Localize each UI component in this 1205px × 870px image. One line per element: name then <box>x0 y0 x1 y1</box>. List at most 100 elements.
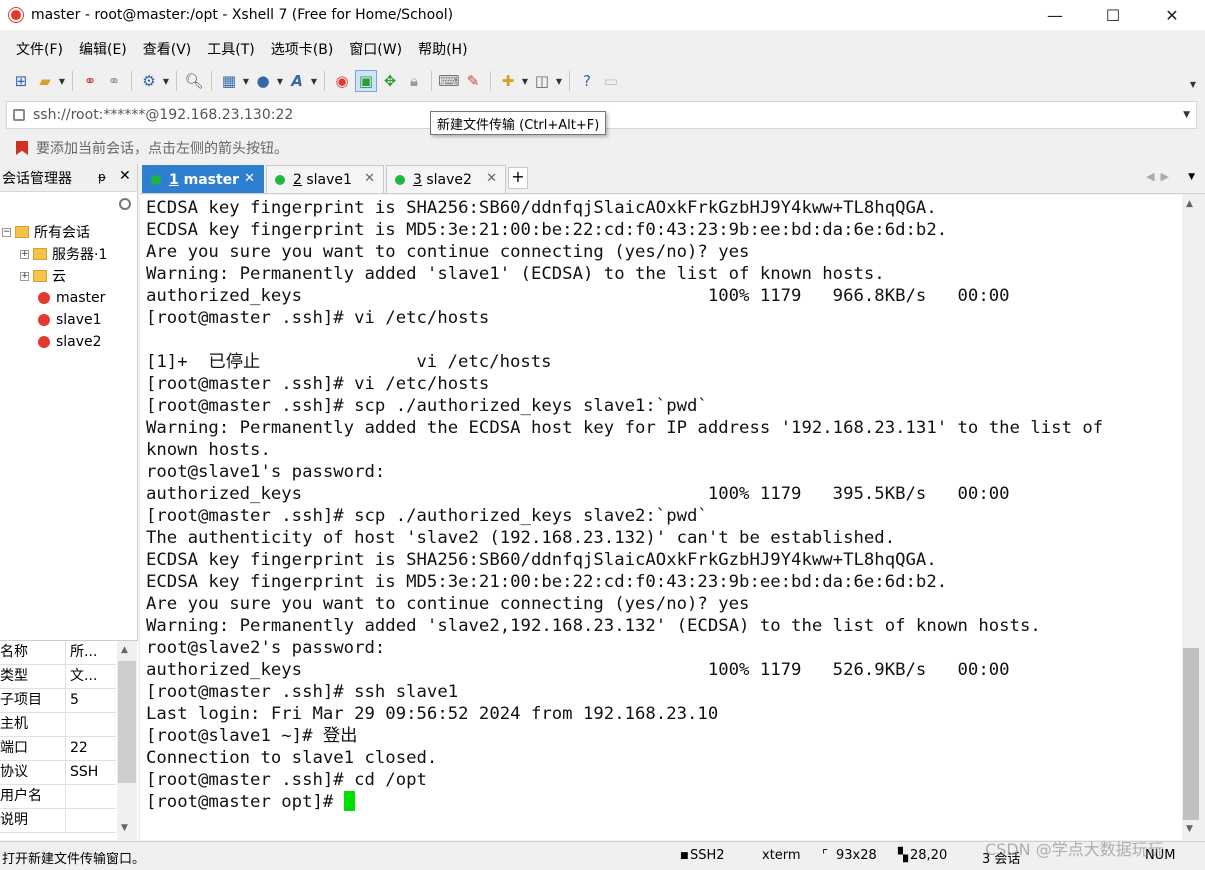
layout-icon[interactable]: ▦ <box>218 70 240 92</box>
new-tab-button[interactable]: + <box>508 167 528 189</box>
scroll-up-icon[interactable]: ▲ <box>1186 199 1193 209</box>
tree-label: 云 <box>52 269 66 285</box>
font-icon[interactable]: A <box>286 70 308 92</box>
maximize-button[interactable]: ☐ <box>1084 0 1142 30</box>
terminal-line: The authenticity of host 'slave2 (192.16… <box>146 528 896 548</box>
terminal-line: Warning: Permanently added the ECDSA hos… <box>146 418 1104 438</box>
script-icon[interactable]: ✚ <box>497 70 519 92</box>
terminal-line: Are you sure you want to continue connec… <box>146 594 750 614</box>
menu-view[interactable]: 查看(V) <box>135 39 200 59</box>
menu-tools[interactable]: 工具(T) <box>199 39 262 59</box>
tree-folder-cloud[interactable]: + 云 <box>20 265 66 287</box>
search-icon[interactable] <box>119 198 131 210</box>
terminal-line: [root@master .ssh]# scp ./authorized_key… <box>146 506 708 526</box>
tree-folder-servers[interactable]: + 服务器·1 <box>20 243 107 265</box>
close-button[interactable]: ✕ <box>1143 0 1201 30</box>
keyboard-icon[interactable]: ⌨ <box>438 70 460 92</box>
scroll-down-icon[interactable]: ▼ <box>121 823 128 833</box>
property-value: 5 <box>70 692 79 708</box>
terminal-line: ECDSA key fingerprint is SHA256:SB60/ddn… <box>146 550 937 570</box>
connected-status-icon <box>395 174 405 185</box>
cursor-position-icon: ▚ <box>898 848 908 863</box>
terminal-line: root@slave2's password: <box>146 638 386 658</box>
address-input[interactable]: ssh://root:******@192.168.23.130:22 <box>33 107 293 123</box>
highlight-icon[interactable]: ✎ <box>462 70 484 92</box>
address-dropdown-icon[interactable]: ▼ <box>1183 110 1190 120</box>
disconnect-icon[interactable]: ⚭ <box>79 70 101 92</box>
window-layout-dropdown-icon[interactable]: ▼ <box>555 77 563 86</box>
lock-screen-icon[interactable]: 🔒︎ <box>403 70 425 92</box>
bookmark-icon[interactable] <box>16 141 28 155</box>
open-folder-icon[interactable]: ▰ <box>34 70 56 92</box>
properties-dropdown-icon[interactable]: ▼ <box>162 77 170 86</box>
terminal-scroll-thumb[interactable] <box>1183 648 1199 820</box>
layout-dropdown-icon[interactable]: ▼ <box>242 77 250 86</box>
tree-all-sessions[interactable]: − 所有会话 <box>2 221 90 243</box>
open-dropdown-icon[interactable]: ▼ <box>58 77 66 86</box>
menu-tabs[interactable]: 选项卡(B) <box>263 39 342 59</box>
property-key: 端口 <box>0 737 66 760</box>
menu-edit[interactable]: 编辑(E) <box>71 39 135 59</box>
scroll-down-icon[interactable]: ▼ <box>1186 824 1193 834</box>
folder-icon <box>33 270 47 282</box>
terminal-prompt-line[interactable]: [root@master opt]# <box>146 791 1182 813</box>
tree-session-master[interactable]: master <box>38 287 105 309</box>
fullscreen-icon[interactable]: ✥ <box>379 70 401 92</box>
reconnect-icon[interactable]: ⚭ <box>103 70 125 92</box>
expand-icon[interactable]: + <box>20 249 29 259</box>
globe-icon[interactable]: ● <box>252 70 274 92</box>
tab-slave2[interactable]: 3 slave2 ✕ <box>386 165 506 193</box>
session-search[interactable] <box>0 192 137 220</box>
font-dropdown-icon[interactable]: ▼ <box>310 77 318 86</box>
toolbar-overflow-icon[interactable]: ▼ <box>1189 80 1197 89</box>
tab-nav-arrows-icon[interactable]: ◀▶ <box>1146 170 1175 183</box>
folder-icon <box>33 248 47 260</box>
tab-slave1[interactable]: 2 slave1 ✕ <box>266 165 384 193</box>
menu-help[interactable]: 帮助(H) <box>410 39 475 59</box>
window-layout-icon[interactable]: ◫ <box>531 70 553 92</box>
properties-icon[interactable]: ⚙ <box>138 70 160 92</box>
separator <box>431 71 432 91</box>
tab-master[interactable]: 1 master ✕ <box>142 165 264 193</box>
terminal-line: authorized_keys 100% 1179 966.8KB/s 00:0… <box>146 286 1010 306</box>
tooltip: 新建文件传输 (Ctrl+Alt+F) <box>430 111 607 135</box>
scroll-up-icon[interactable]: ▲ <box>121 645 128 655</box>
menu-window[interactable]: 窗口(W) <box>341 39 410 59</box>
property-value: 文... <box>70 668 98 684</box>
close-panel-icon[interactable]: ✕ <box>119 168 131 184</box>
terminal-size-icon: ⌜ <box>822 848 829 863</box>
collapse-icon[interactable]: − <box>2 227 11 237</box>
separator <box>131 71 132 91</box>
tree-session-slave1[interactable]: slave1 <box>38 309 102 331</box>
close-tab-icon[interactable]: ✕ <box>244 171 255 186</box>
help-icon[interactable]: ? <box>576 70 598 92</box>
lock-status-icon: ■ <box>680 851 689 861</box>
tree-session-slave2[interactable]: slave2 <box>38 331 102 353</box>
property-row: 主机 <box>0 713 116 737</box>
globe-dropdown-icon[interactable]: ▼ <box>276 77 284 86</box>
new-file-transfer-icon[interactable]: ▣ <box>355 70 377 92</box>
session-manager-header: 会话管理器 ᵽ ✕ <box>0 164 137 192</box>
new-session-icon[interactable]: ⊞ <box>10 70 32 92</box>
property-row: 协议 SSH <box>0 761 116 785</box>
minimize-button[interactable]: — <box>1026 0 1084 30</box>
session-hint-bar: 要添加当前会话，点击左侧的箭头按钮。 <box>0 134 1205 162</box>
tree-label: master <box>56 290 106 306</box>
chat-icon[interactable]: ▭ <box>600 70 622 92</box>
expand-icon[interactable]: + <box>20 271 29 281</box>
tab-label: slave2 <box>426 171 472 188</box>
tab-menu-icon[interactable]: ▼ <box>1188 172 1195 182</box>
script-dropdown-icon[interactable]: ▼ <box>521 77 529 86</box>
terminal-line: Connection to slave1 closed. <box>146 748 438 768</box>
menu-file[interactable]: 文件(F) <box>8 39 71 59</box>
tab-label: slave1 <box>306 171 352 188</box>
xshell-icon[interactable]: ◉ <box>331 70 353 92</box>
close-tab-icon[interactable]: ✕ <box>364 171 375 186</box>
pin-icon[interactable]: ᵽ <box>98 170 106 184</box>
terminal-output[interactable]: ECDSA key fingerprint is SHA256:SB60/ddn… <box>140 195 1182 840</box>
find-icon[interactable]: 🔍︎ <box>183 70 205 92</box>
session-manager-title: 会话管理器 <box>2 170 72 187</box>
close-tab-icon[interactable]: ✕ <box>486 171 497 186</box>
properties-scroll-thumb[interactable] <box>118 661 136 783</box>
